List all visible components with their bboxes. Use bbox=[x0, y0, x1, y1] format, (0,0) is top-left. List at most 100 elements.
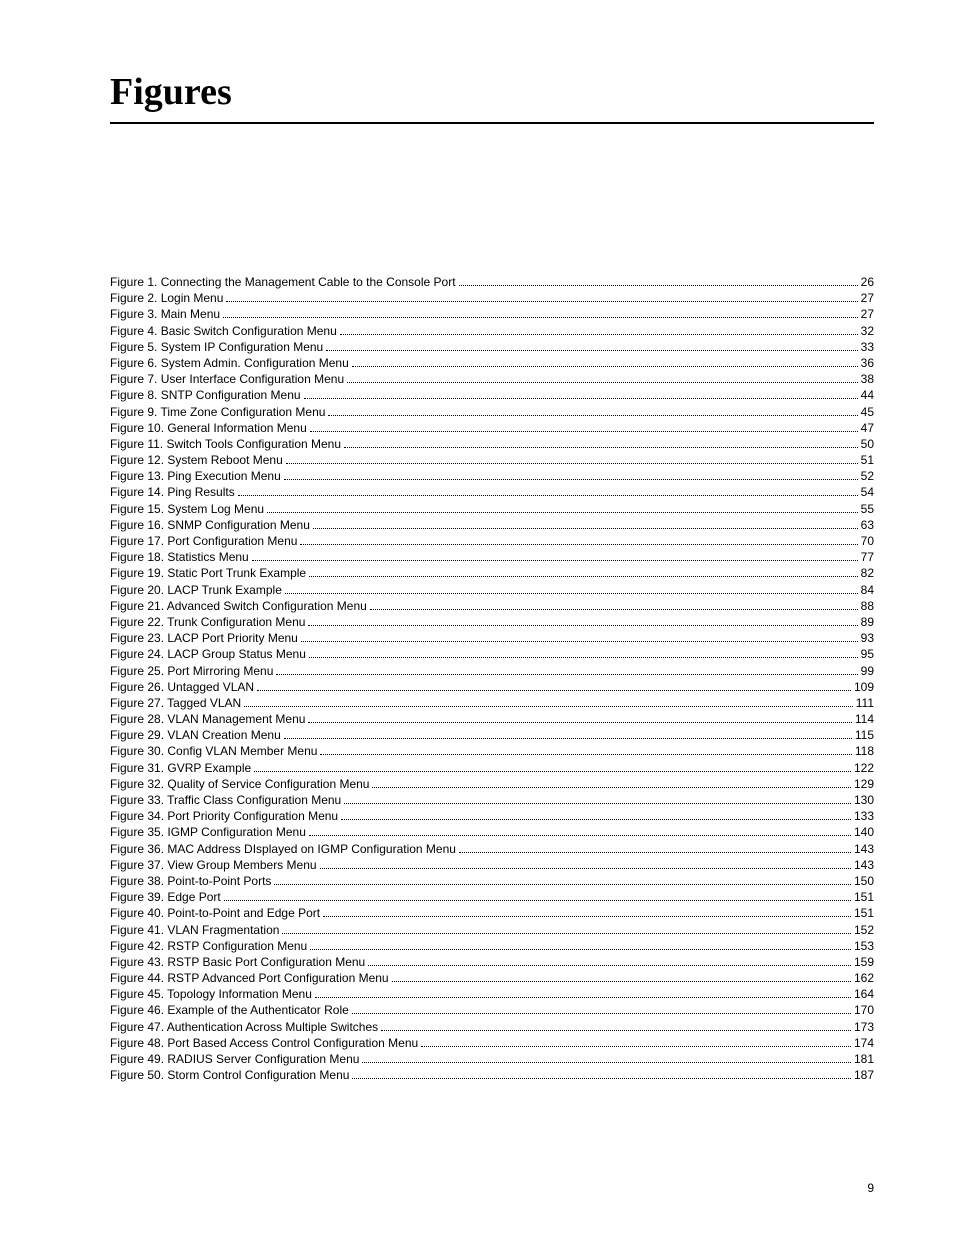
toc-entry-page: 130 bbox=[854, 792, 874, 808]
toc-entry-page: 27 bbox=[861, 290, 874, 306]
toc-entry-label: Figure 3. Main Menu bbox=[110, 306, 220, 322]
toc-entry-page: 38 bbox=[861, 371, 874, 387]
toc-dot-leader bbox=[340, 324, 858, 335]
toc-dot-leader bbox=[244, 696, 853, 707]
toc-dot-leader bbox=[226, 292, 857, 303]
toc-entry-page: 118 bbox=[855, 743, 874, 759]
toc-entry: Figure 38. Point-to-Point Ports150 bbox=[110, 873, 874, 889]
toc-dot-leader bbox=[459, 842, 851, 853]
toc-entry-page: 159 bbox=[854, 954, 874, 970]
toc-dot-leader bbox=[372, 777, 851, 788]
toc-entry: Figure 12. System Reboot Menu51 bbox=[110, 452, 874, 468]
toc-entry-page: 115 bbox=[855, 727, 874, 743]
toc-entry: Figure 37. View Group Members Menu143 bbox=[110, 857, 874, 873]
toc-entry-page: 170 bbox=[854, 1002, 874, 1018]
toc-entry-page: 143 bbox=[854, 841, 874, 857]
toc-entry-label: Figure 49. RADIUS Server Configuration M… bbox=[110, 1051, 359, 1067]
toc-entry-page: 27 bbox=[861, 306, 874, 322]
toc-entry-label: Figure 17. Port Configuration Menu bbox=[110, 533, 297, 549]
toc-dot-leader bbox=[284, 729, 852, 740]
toc-entry-page: 88 bbox=[861, 598, 874, 614]
toc-entry: Figure 28. VLAN Management Menu 114 bbox=[110, 711, 874, 727]
toc-dot-leader bbox=[308, 712, 851, 723]
page-title: Figures bbox=[110, 70, 874, 114]
toc-dot-leader bbox=[310, 421, 858, 432]
toc-entry-page: 50 bbox=[861, 436, 874, 452]
toc-entry-label: Figure 37. View Group Members Menu bbox=[110, 857, 317, 873]
toc-entry: Figure 9. Time Zone Configuration Menu45 bbox=[110, 404, 874, 420]
toc-entry: Figure 10. General Information Menu47 bbox=[110, 420, 874, 436]
toc-entry: Figure 7. User Interface Configuration M… bbox=[110, 371, 874, 387]
toc-entry-page: 152 bbox=[854, 922, 874, 938]
toc-entry-label: Figure 32. Quality of Service Configurat… bbox=[110, 776, 369, 792]
toc-entry-label: Figure 19. Static Port Trunk Example bbox=[110, 565, 306, 581]
toc-entry: Figure 16. SNMP Configuration Menu 63 bbox=[110, 517, 874, 533]
toc-dot-leader bbox=[223, 308, 858, 319]
toc-entry-page: 122 bbox=[854, 760, 874, 776]
toc-dot-leader bbox=[257, 680, 851, 691]
toc-entry: Figure 11. Switch Tools Configuration Me… bbox=[110, 436, 874, 452]
toc-entry-label: Figure 18. Statistics Menu bbox=[110, 549, 249, 565]
toc-entry-label: Figure 30. Config VLAN Member Menu bbox=[110, 743, 317, 759]
toc-entry: Figure 18. Statistics Menu77 bbox=[110, 549, 874, 565]
toc-dot-leader bbox=[459, 275, 858, 286]
toc-entry-label: Figure 29. VLAN Creation Menu bbox=[110, 727, 281, 743]
toc-dot-leader bbox=[392, 971, 851, 982]
toc-entry-label: Figure 28. VLAN Management Menu bbox=[110, 711, 305, 727]
toc-entry-label: Figure 8. SNTP Configuration Menu bbox=[110, 387, 301, 403]
toc-dot-leader bbox=[352, 1004, 851, 1015]
toc-dot-leader bbox=[313, 518, 858, 529]
toc-dot-leader bbox=[282, 923, 851, 934]
toc-entry-page: 153 bbox=[854, 938, 874, 954]
toc-entry-label: Figure 31. GVRP Example bbox=[110, 760, 251, 776]
toc-entry-page: 51 bbox=[861, 452, 874, 468]
toc-entry: Figure 47. Authentication Across Multipl… bbox=[110, 1019, 874, 1035]
toc-dot-leader bbox=[224, 891, 851, 902]
toc-entry-page: 129 bbox=[854, 776, 874, 792]
toc-entry-page: 47 bbox=[861, 420, 874, 436]
toc-entry-page: 63 bbox=[861, 517, 874, 533]
toc-entry-page: 32 bbox=[861, 323, 874, 339]
toc-dot-leader bbox=[421, 1036, 851, 1047]
toc-dot-leader bbox=[323, 907, 851, 918]
toc-dot-leader bbox=[310, 939, 851, 950]
toc-entry-label: Figure 38. Point-to-Point Ports bbox=[110, 873, 271, 889]
toc-dot-leader bbox=[381, 1020, 851, 1031]
toc-entry-label: Figure 16. SNMP Configuration Menu bbox=[110, 517, 310, 533]
toc-entry: Figure 3. Main Menu 27 bbox=[110, 306, 874, 322]
toc-dot-leader bbox=[301, 632, 858, 643]
toc-entry-page: 33 bbox=[861, 339, 874, 355]
toc-dot-leader bbox=[344, 437, 858, 448]
figures-list: Figure 1. Connecting the Management Cabl… bbox=[110, 274, 874, 1083]
toc-entry-page: 36 bbox=[861, 355, 874, 371]
toc-dot-leader bbox=[370, 599, 858, 610]
toc-entry-page: 84 bbox=[861, 582, 874, 598]
toc-entry: Figure 48. Port Based Access Control Con… bbox=[110, 1035, 874, 1051]
toc-entry-label: Figure 24. LACP Group Status Menu bbox=[110, 646, 306, 662]
toc-entry-page: 151 bbox=[854, 889, 874, 905]
toc-dot-leader bbox=[315, 988, 851, 999]
toc-entry-label: Figure 11. Switch Tools Configuration Me… bbox=[110, 436, 341, 452]
toc-entry: Figure 45. Topology Information Menu164 bbox=[110, 986, 874, 1002]
toc-entry-label: Figure 43. RSTP Basic Port Configuration… bbox=[110, 954, 365, 970]
toc-entry-label: Figure 22. Trunk Configuration Menu bbox=[110, 614, 305, 630]
toc-entry-label: Figure 26. Untagged VLAN bbox=[110, 679, 254, 695]
toc-dot-leader bbox=[276, 664, 857, 675]
toc-entry: Figure 30. Config VLAN Member Menu 118 bbox=[110, 743, 874, 759]
toc-dot-leader bbox=[352, 1069, 851, 1080]
toc-dot-leader bbox=[286, 453, 858, 464]
toc-entry-label: Figure 21. Advanced Switch Configuration… bbox=[110, 598, 367, 614]
toc-entry: Figure 6. System Admin. Configuration Me… bbox=[110, 355, 874, 371]
toc-entry-label: Figure 4. Basic Switch Configuration Men… bbox=[110, 323, 337, 339]
toc-entry: Figure 40. Point-to-Point and Edge Port1… bbox=[110, 905, 874, 921]
toc-entry-page: 133 bbox=[854, 808, 874, 824]
toc-entry-page: 114 bbox=[855, 711, 874, 727]
toc-entry-label: Figure 42. RSTP Configuration Menu bbox=[110, 938, 307, 954]
toc-dot-leader bbox=[252, 551, 858, 562]
toc-entry-page: 173 bbox=[854, 1019, 874, 1035]
toc-entry-label: Figure 20. LACP Trunk Example bbox=[110, 582, 282, 598]
toc-entry: Figure 46. Example of the Authenticator … bbox=[110, 1002, 874, 1018]
toc-entry-label: Figure 44. RSTP Advanced Port Configurat… bbox=[110, 970, 389, 986]
toc-entry-label: Figure 47. Authentication Across Multipl… bbox=[110, 1019, 378, 1035]
toc-entry-label: Figure 46. Example of the Authenticator … bbox=[110, 1002, 349, 1018]
